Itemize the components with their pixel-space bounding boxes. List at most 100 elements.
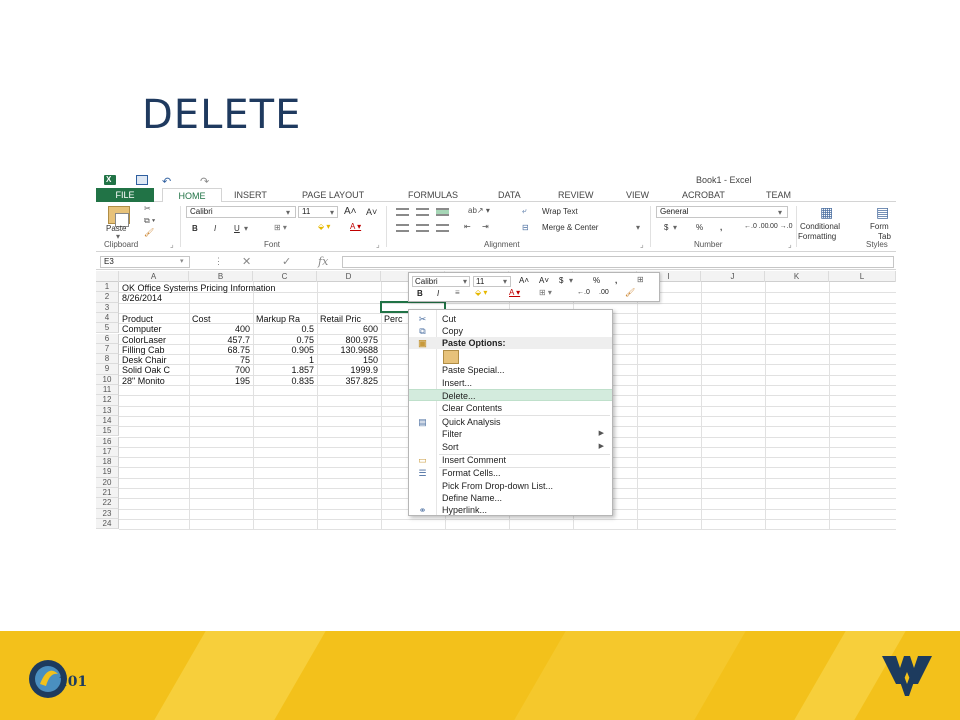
row-header[interactable]: 22 — [96, 498, 119, 509]
table-cell[interactable]: 800.975 — [320, 335, 378, 345]
wrap-text-icon[interactable]: ⤶ — [522, 206, 526, 216]
table-cell[interactable]: 357.825 — [320, 376, 378, 386]
mini-italic-button[interactable]: I — [437, 289, 439, 298]
mini-format-painter-icon[interactable]: 🖌 — [625, 288, 635, 297]
mini-font-name-dropdown-icon[interactable]: ▾ — [463, 277, 467, 286]
font-color-icon[interactable]: A ▾ — [350, 222, 361, 231]
merge-center-icon[interactable]: ⊟ — [522, 223, 529, 232]
mini-decrease-decimal-icon[interactable]: .00 — [599, 289, 609, 296]
menu-item-insert[interactable]: Insert... — [409, 377, 612, 389]
comma-button[interactable]: , — [720, 223, 722, 232]
row-header[interactable]: 18 — [96, 457, 119, 468]
mini-borders-icon[interactable]: ⊞ ▾ — [539, 288, 552, 297]
format-painter-icon[interactable]: 🖌 — [144, 228, 154, 237]
table-cell[interactable]: 1 — [256, 355, 314, 365]
cancel-icon[interactable]: ✕ — [242, 255, 251, 268]
format-as-table-icon[interactable]: ▤ — [876, 204, 889, 221]
row-header[interactable]: 9 — [96, 364, 119, 375]
menu-item-cut[interactable]: ✂ Cut — [409, 313, 612, 325]
column-header-a[interactable]: A — [119, 271, 189, 282]
menu-item-delete[interactable]: Delete... — [409, 389, 612, 401]
name-box[interactable]: E3 — [100, 256, 190, 268]
increase-decimal-icon[interactable]: ←.0 .00 — [744, 223, 769, 230]
cell-a1[interactable]: OK Office Systems Pricing Information — [122, 283, 422, 293]
italic-button[interactable]: I — [214, 224, 216, 233]
tab-file[interactable]: FILE — [96, 188, 154, 202]
mini-comma-button[interactable]: , — [615, 276, 617, 285]
top-align-icon[interactable] — [396, 208, 409, 216]
table-cell[interactable]: 195 — [192, 376, 250, 386]
wrap-text-button[interactable]: Wrap Text — [542, 207, 578, 216]
table-cell[interactable]: 0.75 — [256, 335, 314, 345]
row-header[interactable]: 15 — [96, 426, 119, 437]
table-cell[interactable]: 457.7 — [192, 335, 250, 345]
row-header[interactable]: 1 — [96, 282, 119, 293]
percent-button[interactable]: % — [696, 223, 703, 232]
mini-decrease-font-icon[interactable]: A˅ — [539, 276, 549, 285]
cell-b4[interactable]: Cost — [192, 314, 252, 324]
table-cell[interactable]: 0.905 — [256, 345, 314, 355]
number-format-select[interactable]: General — [656, 206, 788, 218]
column-header-k[interactable]: K — [765, 271, 829, 282]
cell-a4[interactable]: Product — [122, 314, 188, 324]
table-cell[interactable]: 600 — [320, 324, 378, 334]
row-header[interactable]: 23 — [96, 508, 119, 519]
row-header[interactable]: 16 — [96, 436, 119, 447]
row-header[interactable]: 20 — [96, 477, 119, 488]
align-left-icon[interactable] — [396, 224, 409, 232]
underline-dropdown-icon[interactable]: ▾ — [244, 224, 248, 233]
menu-item-define-name[interactable]: Define Name... — [409, 492, 612, 504]
table-cell[interactable]: 150 — [320, 355, 378, 365]
mini-align-center-icon[interactable]: ≡ — [455, 288, 460, 297]
table-cell[interactable]: 75 — [192, 355, 250, 365]
align-right-icon[interactable] — [436, 224, 449, 232]
mini-format-table-icon[interactable]: ⊞ — [637, 275, 644, 284]
column-header-l[interactable]: L — [829, 271, 896, 282]
orientation-icon[interactable]: ab↗ ▾ — [468, 206, 490, 215]
table-cell[interactable]: 130.9688 — [320, 345, 378, 355]
row-header[interactable]: 4 — [96, 312, 119, 324]
mini-bold-button[interactable]: B — [417, 289, 423, 298]
row-header[interactable]: 8 — [96, 354, 119, 365]
underline-button[interactable]: U — [234, 224, 240, 233]
increase-font-icon[interactable]: A˄ — [344, 206, 357, 217]
font-size-dropdown-icon[interactable]: ▾ — [330, 208, 334, 217]
currency-dropdown-icon[interactable]: ▾ — [673, 223, 677, 232]
tab-page-layout[interactable]: PAGE LAYOUT — [296, 188, 370, 202]
table-cell[interactable]: 28" Monito — [122, 376, 188, 386]
conditional-formatting-label-2[interactable]: Formatting — [798, 232, 836, 241]
bottom-align-icon[interactable] — [436, 208, 449, 216]
merge-dropdown-icon[interactable]: ▾ — [636, 223, 640, 232]
menu-item-sort[interactable]: Sort ▶ — [409, 441, 612, 453]
menu-item-hyperlink[interactable]: ⚭ Hyperlink... — [409, 504, 612, 516]
table-cell[interactable]: 1999.9 — [320, 365, 378, 375]
increase-indent-icon[interactable]: ⇥ — [482, 222, 489, 231]
copy-icon[interactable]: ⧉ ▾ — [144, 216, 155, 226]
number-launcher-icon[interactable]: ⌟ — [788, 240, 792, 249]
row-header[interactable]: 12 — [96, 395, 119, 406]
conditional-formatting-icon[interactable]: ▦ — [820, 204, 833, 221]
mini-percent-button[interactable]: % — [593, 276, 600, 285]
mini-increase-font-icon[interactable]: A˄ — [519, 276, 529, 285]
menu-item-paste-special[interactable]: Paste Special... — [409, 364, 612, 376]
cell-a2[interactable]: 8/26/2014 — [122, 293, 188, 303]
decrease-indent-icon[interactable]: ⇤ — [464, 222, 471, 231]
table-cell[interactable]: 0.5 — [256, 324, 314, 334]
number-format-dropdown-icon[interactable]: ▾ — [778, 208, 782, 217]
table-cell[interactable]: Computer — [122, 324, 188, 334]
currency-button[interactable]: $ — [664, 223, 668, 232]
mini-font-color-icon[interactable]: A ▾ — [509, 288, 520, 297]
row-header[interactable]: 19 — [96, 467, 119, 478]
clipboard-launcher-icon[interactable]: ⌟ — [170, 240, 174, 249]
menu-item-insert-comment[interactable]: ▭ Insert Comment — [409, 454, 612, 466]
menu-item-quick-analysis[interactable]: ▤ Quick Analysis — [409, 416, 612, 428]
mini-increase-decimal-icon[interactable]: ←.0 — [577, 289, 590, 296]
mini-currency-button[interactable]: $ — [559, 276, 563, 285]
mini-fill-color-icon[interactable]: ⬙ ▾ — [475, 288, 487, 297]
row-header[interactable]: 6 — [96, 333, 119, 344]
alignment-launcher-icon[interactable]: ⌟ — [640, 240, 644, 249]
row-header[interactable]: 7 — [96, 343, 119, 355]
table-cell[interactable]: Desk Chair — [122, 355, 188, 365]
mini-font-name-select[interactable]: Calibri — [412, 276, 470, 287]
fill-color-icon[interactable]: ⬙ ▾ — [318, 222, 330, 231]
